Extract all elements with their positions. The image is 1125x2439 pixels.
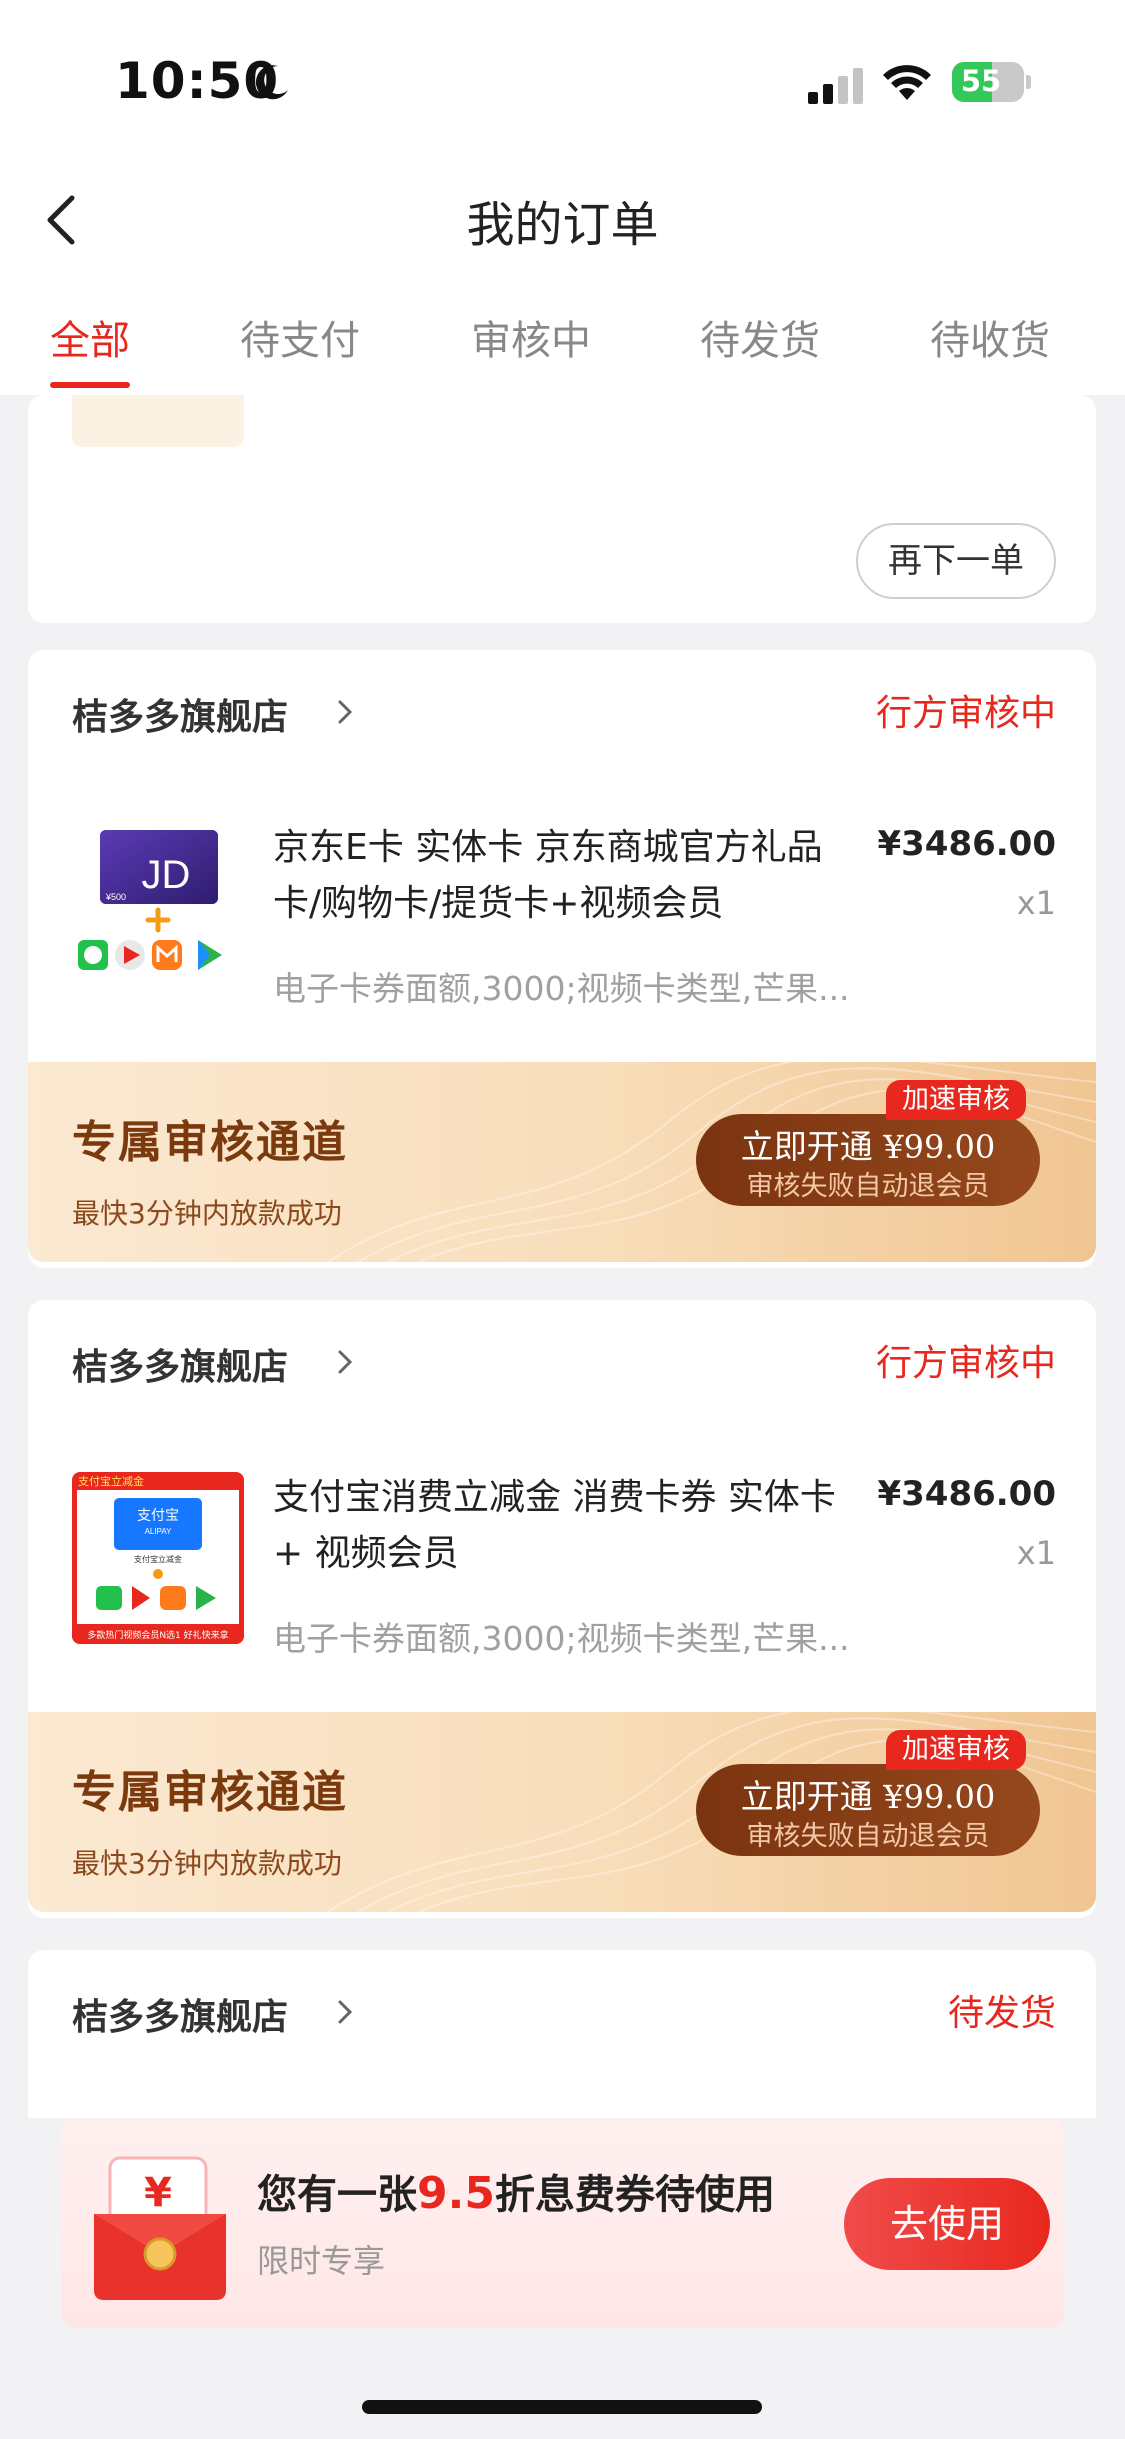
activate-label: 立即开通 [740,1127,873,1166]
coupon-yuan-glyph: ¥ [144,2170,172,2216]
order-card: 再下一单 [28,395,1096,623]
tab-pending-receipt[interactable]: 待收货 [930,308,1050,366]
store-name[interactable]: 桔多多旗舰店 [72,688,288,740]
active-tab-indicator [50,382,130,388]
order-status: 行方审核中 [875,693,1056,734]
activate-button-note: 审核失败自动退会员 [746,1821,990,1852]
order-tabs: 全部 待支付 审核中 待发货 待收货 [0,300,1125,395]
tab-pending-payment[interactable]: 待支付 [240,308,360,366]
coupon-title: 您有一张9.5折息费券待使用 [257,2162,775,2220]
activate-button-note: 审核失败自动退会员 [746,1171,990,1202]
store-name[interactable]: 桔多多旗舰店 [72,1338,288,1390]
page-title: 我的订单 [466,197,659,253]
promo-title: 专属审核通道 [72,1767,348,1818]
activate-price: ¥99.00 [883,1778,996,1816]
chevron-right-icon[interactable] [334,1344,358,1380]
wifi-icon [883,65,931,100]
coupon-discount-value: 9.5 [417,2168,495,2219]
battery-level: 55 [960,64,1002,98]
tab-all[interactable]: 全部 [50,308,130,366]
product-image[interactable]: 支付宝立减金 支付宝 ALIPAY 支付宝立减金 多款热门视频会员N选1 好礼快… [72,1472,244,1644]
coupon-banner[interactable]: ¥ 您有一张9.5折息费券待使用 限时专享 去使用 [62,2118,1064,2328]
alipay-footer-text: 多款热门视频会员N选1 好礼快来拿 [87,1629,228,1641]
order-card: 桔多多旗舰店 行方审核中 支付宝立减金 支付宝 ALIPAY 支付宝立减金 多款… [28,1300,1096,1918]
jd-logo-text: JD [142,853,191,897]
promo-subtitle: 最快3分钟内放款成功 [72,1847,342,1880]
store-name[interactable]: 桔多多旗舰店 [72,1988,288,2040]
order-card: 桔多多旗舰店 行方审核中 JD ¥500 京东E卡 实体卡 京东商城官方礼品卡/… [28,650,1096,1268]
accelerate-review-badge: 加速审核 [886,1730,1026,1770]
activate-button[interactable]: 立即开通 ¥99.00 审核失败自动退会员 [696,1764,1040,1856]
alipay-corner-text: 支付宝立减金 [78,1474,144,1488]
product-title[interactable]: 支付宝消费立减金 消费卡券 实体卡 + 视频会员 [273,1470,863,1582]
cellular-signal-icon [808,68,863,104]
activate-price: ¥99.00 [883,1128,996,1166]
product-image [72,395,244,447]
order-status: 待发货 [947,1993,1056,2034]
tab-pending-shipment[interactable]: 待发货 [700,308,820,366]
chevron-right-icon[interactable] [334,694,358,730]
product-price: ¥3486.00 [877,824,1056,864]
promo-subtitle: 最快3分钟内放款成功 [72,1197,342,1230]
product-quantity: x1 [1016,1534,1056,1572]
product-quantity: x1 [1016,884,1056,922]
product-spec: 电子卡券面额,3000;视频卡类型,芒果... [273,1619,850,1658]
alipay-logo-text: 支付宝 [137,1508,179,1524]
header: 10:50 55 我的订单 全部 待支付 审核中 待发货 待收货 [0,0,1125,395]
promo-title: 专属审核通道 [72,1117,348,1168]
alipay-card-image: 支付宝立减金 支付宝 ALIPAY 支付宝立减金 多款热门视频会员N选1 好礼快… [72,1472,244,1644]
activate-button-label: 立即开通 ¥99.00 [696,1120,1040,1168]
tab-under-review[interactable]: 审核中 [471,308,591,366]
activate-label: 立即开通 [740,1777,873,1816]
use-coupon-button[interactable]: 去使用 [844,2178,1050,2270]
order-status: 行方审核中 [875,1343,1056,1384]
alipay-card-caption: 支付宝立减金 [134,1554,182,1564]
battery-icon: 55 [952,62,1031,102]
alipay-sub-text: ALIPAY [145,1527,172,1536]
product-image[interactable]: JD ¥500 [72,822,244,994]
moon-icon [255,65,288,100]
chevron-right-icon[interactable] [334,1994,358,2030]
jd-card-image: JD ¥500 [72,822,244,994]
nav-bar: 我的订单 [0,170,1125,270]
reorder-button[interactable]: 再下一单 [856,523,1056,599]
product-spec: 电子卡券面额,3000;视频卡类型,芒果... [273,969,850,1008]
home-indicator[interactable] [362,2400,762,2414]
product-title[interactable]: 京东E卡 实体卡 京东商城官方礼品卡/购物卡/提货卡+视频会员 [273,820,863,932]
red-envelope-yuan-icon: ¥ [94,2156,226,2300]
activate-button[interactable]: 立即开通 ¥99.00 审核失败自动退会员 [696,1114,1040,1206]
coupon-subtitle: 限时专享 [257,2242,386,2280]
coupon-title-prefix: 您有一张 [257,2172,417,2218]
coupon-title-suffix: 折息费券待使用 [494,2172,775,2218]
accelerate-review-badge: 加速审核 [886,1080,1026,1120]
product-price: ¥3486.00 [877,1474,1056,1514]
activate-button-label: 立即开通 ¥99.00 [696,1770,1040,1818]
promo-banner[interactable]: 专属审核通道 最快3分钟内放款成功 立即开通 ¥99.00 审核失败自动退会员 … [28,1712,1096,1912]
promo-banner[interactable]: 专属审核通道 最快3分钟内放款成功 立即开通 ¥99.00 审核失败自动退会员 … [28,1062,1096,1262]
order-card: 桔多多旗舰店 待发货 [28,1950,1096,2118]
card-value-text: ¥500 [105,892,126,902]
status-bar: 10:50 55 [0,0,1125,150]
